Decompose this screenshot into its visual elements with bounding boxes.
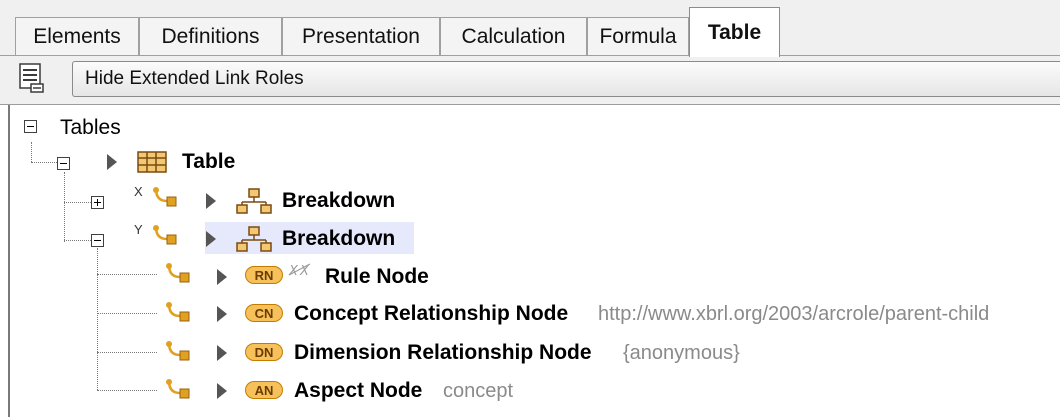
abstract-flag-icon: X X — [288, 263, 311, 279]
tree-connector — [64, 202, 91, 203]
expand-arrow-icon[interactable] — [206, 193, 216, 209]
tree-connector — [64, 240, 91, 241]
concept-node-badge: CN — [245, 304, 283, 322]
tree-connector — [97, 274, 157, 275]
expand-arrow-icon[interactable] — [107, 154, 117, 170]
axis-y-marker: Y — [134, 222, 143, 237]
relationship-link-icon — [166, 379, 190, 399]
svg-text:X: X — [288, 264, 299, 279]
tree-connector — [97, 248, 98, 390]
relationship-link-icon — [166, 341, 190, 361]
dimension-node-badge: DN — [245, 343, 283, 361]
tree-connector — [31, 162, 57, 163]
concept-node-label[interactable]: Concept Relationship Node — [294, 301, 568, 327]
relationship-link-icon — [153, 225, 177, 245]
roles-list-icon[interactable] — [17, 62, 45, 94]
svg-text:X: X — [299, 264, 310, 279]
breakdown-x-label[interactable]: Breakdown — [282, 188, 395, 214]
hide-extended-link-roles-button[interactable]: Hide Extended Link Roles — [72, 61, 1060, 97]
tab-table[interactable]: Table — [689, 7, 780, 57]
dimension-node-label[interactable]: Dimension Relationship Node — [294, 340, 592, 366]
breakdown-hierarchy-icon — [236, 188, 272, 214]
aspect-node-badge: AN — [245, 381, 283, 399]
breakdown-y-label[interactable]: Breakdown — [282, 226, 395, 252]
tab-formula[interactable]: Formula — [587, 17, 689, 55]
expand-arrow-icon[interactable] — [217, 306, 227, 322]
axis-x-marker: X — [134, 184, 143, 199]
tree-connector — [97, 313, 157, 314]
tab-definitions[interactable]: Definitions — [139, 17, 282, 55]
aspect-node-label[interactable]: Aspect Node — [294, 378, 422, 404]
expand-arrow-icon[interactable] — [217, 383, 227, 399]
tab-elements[interactable]: Elements — [15, 17, 139, 55]
aspect-node-detail: concept — [443, 380, 514, 402]
table-label[interactable]: Table — [182, 149, 235, 175]
tab-presentation[interactable]: Presentation — [282, 17, 440, 55]
tab-strip: Elements Definitions Presentation Calcul… — [0, 0, 1060, 57]
tree-connector — [64, 172, 65, 242]
relationship-link-icon — [153, 187, 177, 207]
expand-arrow-icon[interactable] — [217, 269, 227, 285]
expand-arrow-icon[interactable] — [217, 345, 227, 361]
breakdown-hierarchy-icon — [236, 226, 272, 252]
toolbar: Hide Extended Link Roles — [0, 56, 1060, 105]
table-grid-icon — [137, 151, 167, 173]
collapse-breakdown-y-toggle[interactable] — [91, 234, 104, 247]
tree-left-border — [8, 105, 10, 417]
tab-calculation[interactable]: Calculation — [440, 17, 587, 55]
tree-connector — [97, 352, 157, 353]
dimension-node-detail: {anonymous} — [623, 342, 740, 364]
expand-breakdown-x-toggle[interactable] — [91, 196, 104, 209]
relationship-link-icon — [166, 302, 190, 322]
collapse-table-toggle[interactable] — [57, 157, 70, 170]
expand-arrow-icon[interactable] — [206, 231, 216, 247]
concept-node-arcrole: http://www.xbrl.org/2003/arcrole/parent-… — [598, 303, 990, 325]
tree-connector — [31, 142, 32, 162]
rule-node-label[interactable]: Rule Node — [325, 264, 429, 290]
rule-node-badge: RN — [245, 266, 283, 284]
tree-connector — [97, 390, 157, 391]
relationship-link-icon — [166, 263, 190, 283]
tree-root-label[interactable]: Tables — [60, 115, 121, 141]
collapse-tables-toggle[interactable] — [24, 120, 37, 133]
